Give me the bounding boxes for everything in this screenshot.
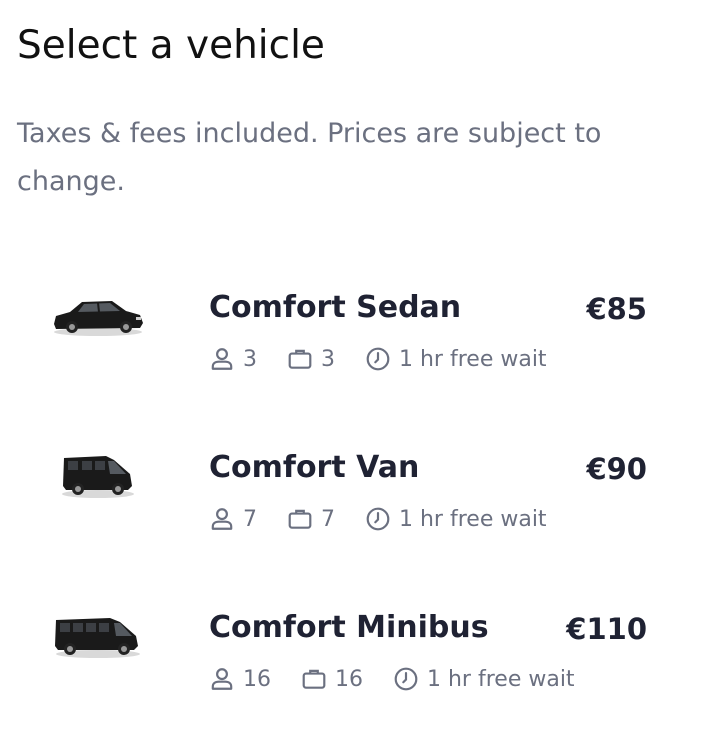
vehicle-selection-page: Select a vehicle Taxes & fees included. … [0,0,710,742]
passenger-capacity: 16 [209,666,271,692]
vehicle-name: Comfort Sedan [209,290,462,325]
luggage-count: 16 [335,666,363,692]
minibus-image [55,618,140,658]
luggage-count: 7 [321,506,335,532]
vehicle-name: Comfort Van [209,450,420,485]
clock-icon [366,507,390,531]
vehicle-price: €90 [586,452,647,486]
clock-icon [394,667,418,691]
pricing-note: Taxes & fees included. Prices are subjec… [17,118,602,197]
passenger-count: 16 [243,666,271,692]
wait-label: 1 hr free wait [399,506,547,532]
clock-icon [366,347,390,371]
passenger-count: 3 [243,346,257,372]
vehicle-features: 3 3 1 hr free wait [209,346,577,372]
luggage-capacity: 3 [287,346,335,372]
free-wait-time: 1 hr free wait [365,506,547,532]
luggage-icon [302,669,326,689]
vehicle-price: €110 [566,612,647,646]
vehicle-name: Comfort Minibus [209,610,489,645]
luggage-icon [288,349,312,369]
vehicle-features: 7 7 1 hr free wait [209,506,577,532]
luggage-icon [288,509,312,529]
van-image [62,456,134,498]
luggage-capacity: 16 [301,666,363,692]
wait-label: 1 hr free wait [427,666,575,692]
free-wait-time: 1 hr free wait [393,666,575,692]
luggage-capacity: 7 [287,506,335,532]
vehicle-features: 16 16 1 hr free wait [209,666,605,692]
person-icon [211,668,233,690]
passenger-capacity: 7 [209,506,257,532]
vehicle-price: €85 [586,292,647,326]
wait-label: 1 hr free wait [399,346,547,372]
vehicle-option-van[interactable]: Comfort Van €90 7 7 1 hr free wait [0,430,710,560]
person-icon [211,348,233,370]
sedan-image [54,301,143,336]
vehicle-option-sedan[interactable]: Comfort Sedan €85 3 3 1 hr free wait [0,270,710,400]
passenger-capacity: 3 [209,346,257,372]
free-wait-time: 1 hr free wait [365,346,547,372]
luggage-count: 3 [321,346,335,372]
person-icon [211,508,233,530]
page-title: Select a vehicle [17,23,325,68]
vehicle-option-minibus[interactable]: Comfort Minibus €110 16 16 1 hr free wai… [0,590,710,720]
passenger-count: 7 [243,506,257,532]
